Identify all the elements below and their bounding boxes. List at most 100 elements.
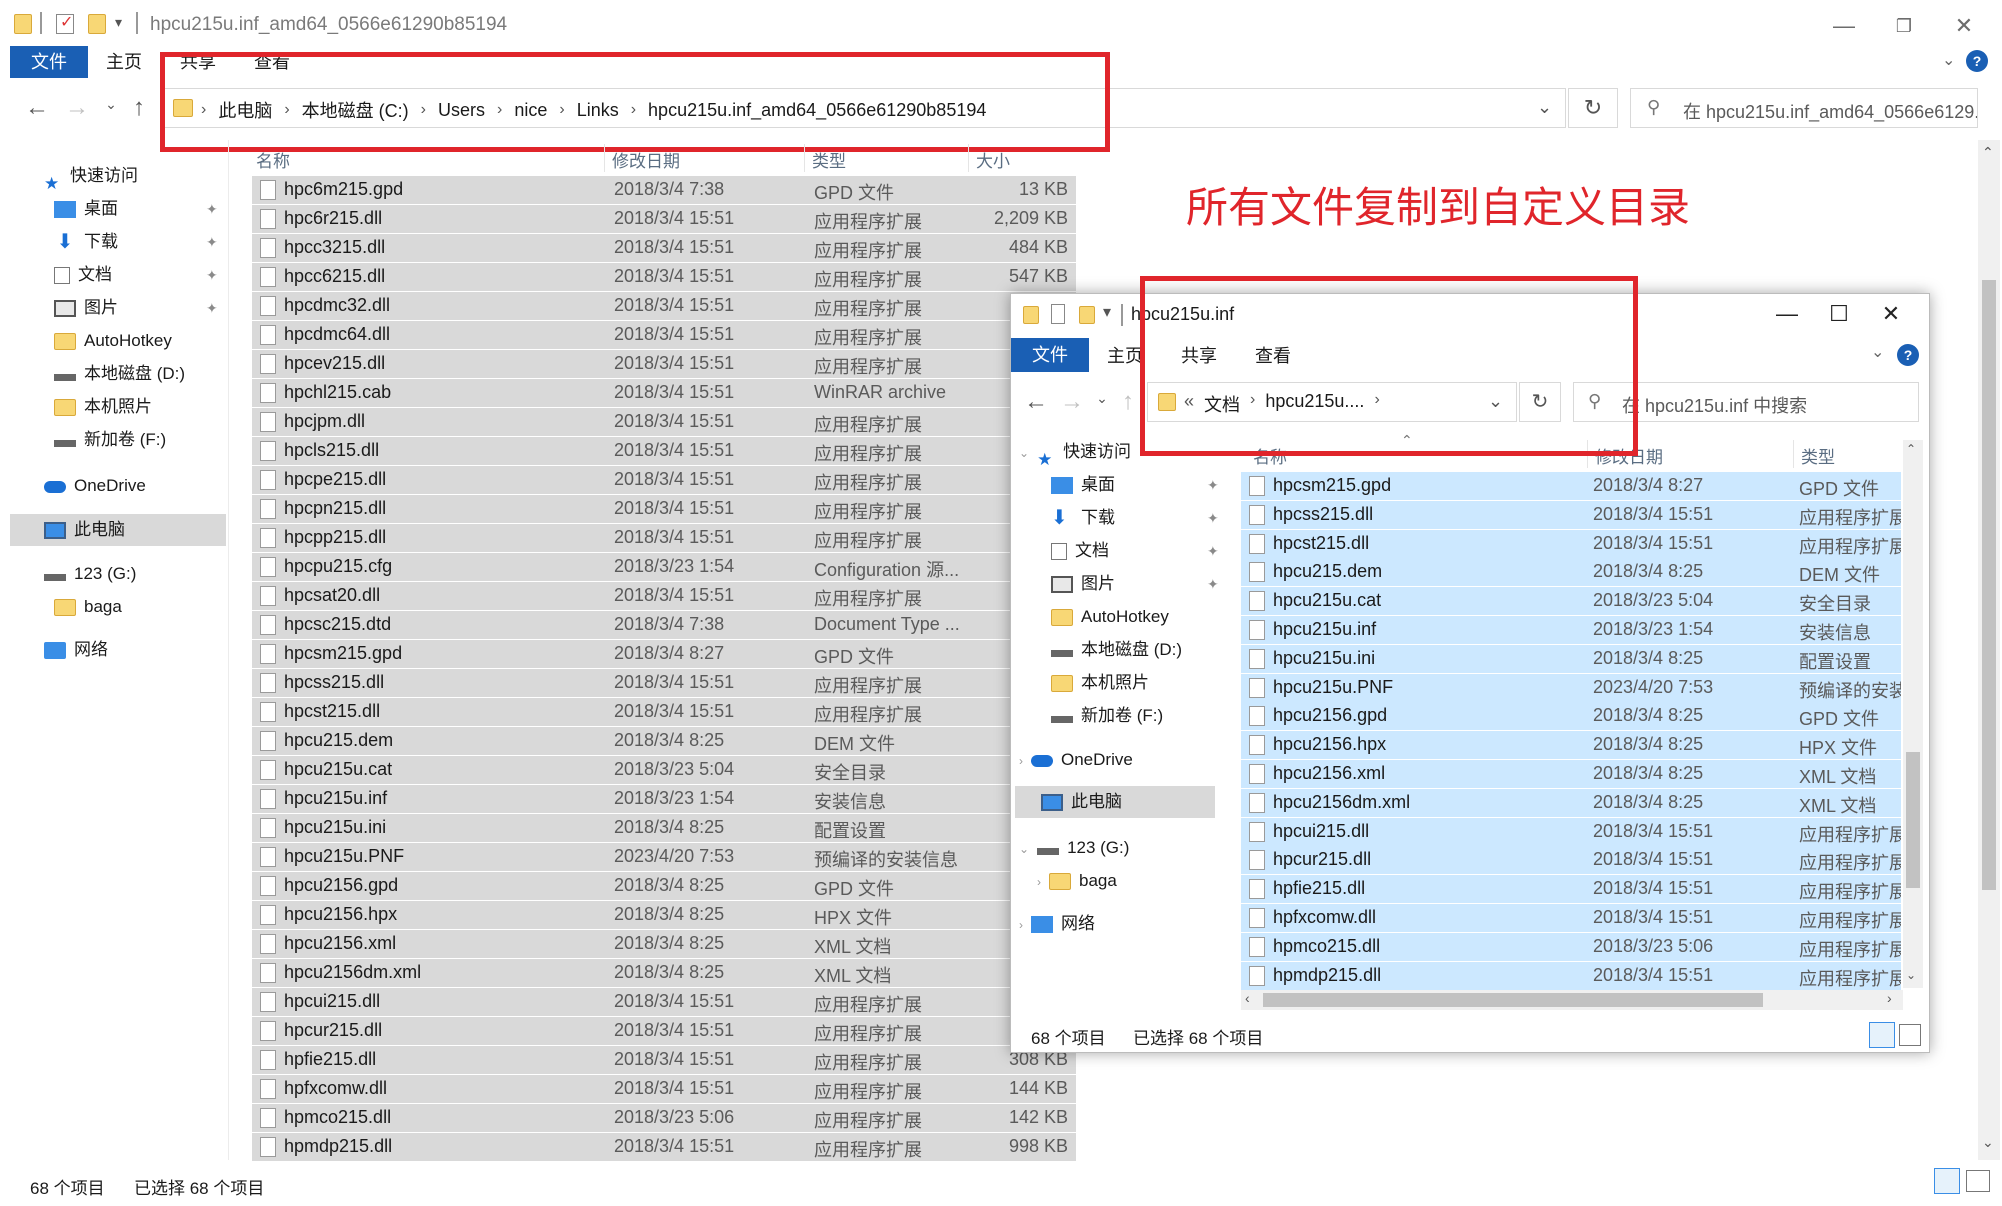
ribbon-tab-home[interactable]: 主页 bbox=[1107, 340, 1143, 372]
table-row[interactable]: hpcls215.dll 2018/3/4 15:51 应用程序扩展 bbox=[252, 437, 1076, 465]
minimize-button[interactable]: — bbox=[1824, 8, 1864, 44]
large-icons-view-icon[interactable] bbox=[1966, 1170, 1990, 1192]
table-row[interactable]: hpcsm215.gpd 2018/3/4 8:27 GPD 文件 bbox=[1241, 472, 1901, 500]
pin-icon[interactable]: ✦ bbox=[206, 226, 218, 258]
table-row[interactable]: hpmdp215.dll 2018/3/4 15:51 应用程序扩展 bbox=[1241, 961, 1901, 990]
sidebar-item-network[interactable]: 网络 bbox=[44, 634, 108, 666]
pin-icon[interactable]: ✦ bbox=[1207, 502, 1219, 534]
table-row[interactable]: hpcpu215.cfg 2018/3/23 1:54 Configuration … bbox=[252, 553, 1076, 581]
table-row[interactable]: hpcdmc64.dll 2018/3/4 15:51 应用程序扩展 bbox=[252, 321, 1076, 349]
scroll-left-icon[interactable]: ‹ bbox=[1245, 990, 1250, 1006]
pin-icon[interactable]: ✦ bbox=[206, 259, 218, 291]
table-row[interactable]: hpcu2156.gpd 2018/3/4 8:25 GPD 文件 bbox=[1241, 702, 1901, 731]
scroll-down-icon[interactable]: ⌄ bbox=[1906, 968, 1916, 982]
sidebar-item-autohotkey[interactable]: AutoHotkey bbox=[1051, 601, 1169, 633]
table-row[interactable]: hpcur215.dll 2018/3/4 15:51 应用程序扩展 bbox=[252, 1017, 1076, 1045]
recent-locations-icon[interactable]: ⌄ bbox=[96, 96, 126, 113]
ribbon-file-tab[interactable]: 文件 bbox=[10, 46, 88, 78]
table-row[interactable]: hpcu215u.ini 2018/3/4 8:25 配置设置 bbox=[1241, 644, 1901, 673]
column-divider[interactable] bbox=[968, 144, 969, 172]
sidebar-item-this-pc[interactable]: 此电脑 bbox=[10, 514, 226, 546]
details-view-icon[interactable] bbox=[1934, 1168, 1960, 1194]
table-row[interactable]: hpcu2156.xml 2018/3/4 8:25 XML 文档 bbox=[252, 930, 1076, 958]
collapse-icon[interactable]: ⌄ bbox=[1019, 446, 1029, 460]
table-row[interactable]: hpcu2156.xml 2018/3/4 8:25 XML 文档 bbox=[1241, 760, 1901, 788]
pin-icon[interactable]: ✦ bbox=[1207, 535, 1219, 567]
sidebar-item-downloads[interactable]: ⬇ 下载 ✦ bbox=[1051, 502, 1225, 534]
collapse-icon[interactable]: ⌄ bbox=[1019, 842, 1029, 856]
refresh-icon[interactable]: ↻ bbox=[1568, 88, 1618, 128]
table-row[interactable]: hpcsm215.gpd 2018/3/4 8:27 GPD 文件 bbox=[252, 640, 1076, 668]
scroll-up-icon[interactable]: ⌃ bbox=[1982, 144, 1994, 161]
maximize-button[interactable]: ☐ bbox=[1819, 296, 1859, 332]
minimize-button[interactable]: — bbox=[1767, 296, 1807, 332]
scrollbar-thumb[interactable] bbox=[1906, 752, 1920, 888]
address-dropdown-icon[interactable]: ⌄ bbox=[1537, 97, 1552, 118]
sidebar-item-pictures[interactable]: 图片 ✦ bbox=[54, 292, 224, 324]
table-row[interactable]: hpcui215.dll 2018/3/4 15:51 应用程序扩展 bbox=[1241, 817, 1901, 846]
table-row[interactable]: hpcev215.dll 2018/3/4 15:51 应用程序扩展 bbox=[252, 350, 1076, 378]
table-row[interactable]: hpcsat20.dll 2018/3/4 15:51 应用程序扩展 bbox=[252, 582, 1076, 610]
help-icon[interactable]: ? bbox=[1897, 344, 1919, 366]
table-row[interactable]: hpcpe215.dll 2018/3/4 15:51 应用程序扩展 bbox=[252, 466, 1076, 494]
close-button[interactable]: ✕ bbox=[1871, 296, 1911, 332]
pin-icon[interactable]: ✦ bbox=[206, 292, 218, 324]
table-row[interactable]: hpmco215.dll 2018/3/23 5:06 应用程序扩展 bbox=[1241, 932, 1901, 961]
table-row[interactable]: hpcu215u.inf 2018/3/23 1:54 安装信息 bbox=[1241, 616, 1901, 644]
pin-icon[interactable]: ✦ bbox=[1207, 568, 1219, 600]
column-name-header[interactable]: 名称 bbox=[256, 147, 290, 172]
horizontal-scrollbar[interactable]: ‹ › bbox=[1241, 990, 1903, 1010]
large-icons-view-icon[interactable] bbox=[1899, 1024, 1921, 1046]
sidebar-item-documents[interactable]: 文档 ✦ bbox=[1051, 535, 1225, 567]
new-folder-icon[interactable] bbox=[88, 14, 106, 34]
forward-arrow-icon[interactable]: → bbox=[62, 94, 92, 122]
table-row[interactable]: hpfie215.dll 2018/3/4 15:51 应用程序扩展 bbox=[1241, 875, 1901, 904]
column-divider[interactable] bbox=[604, 144, 605, 172]
table-row[interactable]: hpfxcomw.dll 2018/3/4 15:51 应用程序扩展 bbox=[1241, 904, 1901, 932]
back-arrow-icon[interactable]: ← bbox=[1021, 388, 1051, 416]
scroll-right-icon[interactable]: › bbox=[1887, 990, 1892, 1006]
up-arrow-icon[interactable]: ↑ bbox=[124, 94, 154, 122]
column-size-header[interactable]: 大小 bbox=[976, 147, 1010, 172]
table-row[interactable]: hpcu215.dem 2018/3/4 8:25 DEM 文件 bbox=[1241, 558, 1901, 587]
column-type-header[interactable]: 类型 bbox=[812, 147, 846, 172]
table-row[interactable]: hpcui215.dll 2018/3/4 15:51 应用程序扩展 bbox=[252, 988, 1076, 1016]
table-row[interactable]: hpcu215.dem 2018/3/4 8:25 DEM 文件 bbox=[252, 727, 1076, 755]
table-row[interactable]: hpcjpm.dll 2018/3/4 15:51 应用程序扩展 bbox=[252, 408, 1076, 436]
table-row[interactable]: hpcu215u.cat 2018/3/23 5:04 安全目录 bbox=[1241, 587, 1901, 616]
forward-arrow-icon[interactable]: → bbox=[1057, 388, 1087, 416]
sidebar-item-this-pc[interactable]: 此电脑 bbox=[1015, 786, 1215, 818]
ribbon-expand-icon[interactable]: ⌄ bbox=[1871, 342, 1884, 362]
help-icon[interactable]: ? bbox=[1966, 50, 1988, 72]
table-row[interactable]: hpcst215.dll 2018/3/4 15:51 应用程序扩展 bbox=[252, 698, 1076, 726]
column-divider[interactable] bbox=[804, 144, 805, 172]
table-row[interactable]: hpcu2156dm.xml 2018/3/4 8:25 XML 文档 bbox=[1241, 788, 1901, 817]
sidebar-item-desktop[interactable]: 桌面 ✦ bbox=[1051, 469, 1225, 501]
sidebar-item-network[interactable]: › 网络 bbox=[1019, 908, 1095, 940]
table-row[interactable]: hpcss215.dll 2018/3/4 15:51 应用程序扩展 bbox=[1241, 500, 1901, 529]
details-view-icon[interactable] bbox=[1869, 1022, 1895, 1048]
scrollbar-thumb[interactable] bbox=[1982, 280, 1996, 890]
ribbon-tab-home[interactable]: 主页 bbox=[106, 46, 142, 78]
table-row[interactable]: hpcu2156dm.xml 2018/3/4 8:25 XML 文档 bbox=[252, 959, 1076, 987]
table-row[interactable]: hpfie215.dll 2018/3/4 15:51 应用程序扩展 308 KB bbox=[252, 1046, 1076, 1074]
table-row[interactable]: hpcu215u.PNF 2023/4/20 7:53 预编译的安装信息 bbox=[1241, 673, 1901, 702]
sidebar-item-drive-d[interactable]: 本地磁盘 (D:) bbox=[1051, 634, 1182, 666]
table-row[interactable]: hpcsc215.dtd 2018/3/4 7:38 Document Type .… bbox=[252, 611, 1076, 639]
expand-icon[interactable]: › bbox=[1019, 754, 1023, 768]
column-date-header[interactable]: 修改日期 bbox=[612, 147, 680, 172]
sidebar-item-photos[interactable]: 本机照片 bbox=[1051, 667, 1149, 699]
pin-icon[interactable]: ✦ bbox=[206, 193, 218, 225]
close-button[interactable]: ✕ bbox=[1944, 8, 1984, 44]
table-row[interactable]: hpcc6215.dll 2018/3/4 15:51 应用程序扩展 547 KB bbox=[252, 263, 1076, 291]
table-row[interactable]: hpcu2156.gpd 2018/3/4 8:25 GPD 文件 bbox=[252, 872, 1076, 900]
sidebar-item-photos[interactable]: 本机照片 bbox=[54, 391, 152, 423]
sidebar-item-onedrive[interactable]: › OneDrive bbox=[1019, 744, 1133, 776]
new-folder-icon[interactable] bbox=[1079, 306, 1095, 324]
table-row[interactable]: hpcc3215.dll 2018/3/4 15:51 应用程序扩展 484 KB bbox=[252, 234, 1076, 262]
table-row[interactable]: hpcu2156.hpx 2018/3/4 8:25 HPX 文件 bbox=[1241, 731, 1901, 760]
table-row[interactable]: hpcss215.dll 2018/3/4 15:51 应用程序扩展 bbox=[252, 669, 1076, 697]
table-row[interactable]: hpfxcomw.dll 2018/3/4 15:51 应用程序扩展 144 KB bbox=[252, 1075, 1076, 1103]
sidebar-item-desktop[interactable]: 桌面 ✦ bbox=[54, 193, 224, 225]
sidebar-item-drive-f[interactable]: 新加卷 (F:) bbox=[1051, 700, 1163, 732]
